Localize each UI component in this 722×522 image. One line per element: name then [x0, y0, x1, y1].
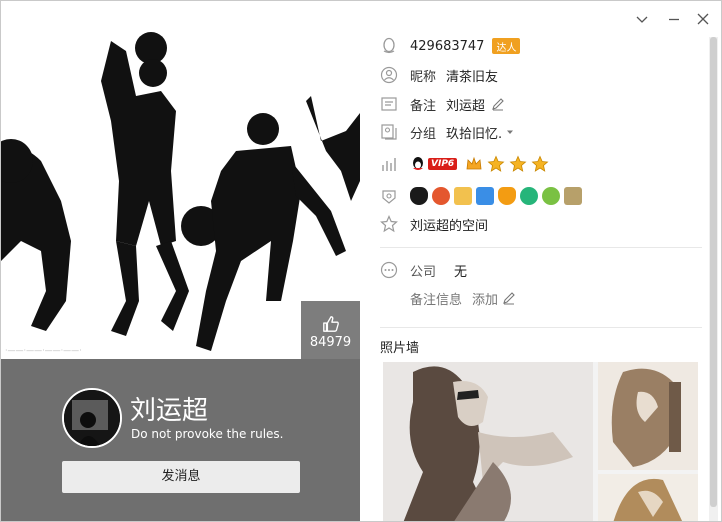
crown-icon [466, 156, 482, 170]
nickname-label: 昵称 [410, 69, 437, 85]
star-outline-icon [380, 215, 398, 233]
penguin-vip-icon [413, 157, 423, 170]
scrollbar[interactable] [709, 37, 718, 521]
level-icons[interactable] [465, 155, 553, 173]
remark-value: 刘运超 [446, 98, 486, 114]
star-icon [487, 155, 505, 172]
nickname-value: 清茶旧友 [446, 69, 499, 85]
close-icon[interactable] [695, 11, 711, 27]
photo-wall [383, 362, 698, 521]
badge-icon [382, 190, 396, 204]
talent-badge-label: 达人 [496, 42, 517, 54]
chevron-down-icon[interactable] [634, 11, 650, 27]
photo-wall-images [383, 362, 698, 521]
profile-nickname: 刘运超 [130, 396, 209, 426]
remark-info-label: 备注信息 [410, 292, 463, 308]
service-badges-row [380, 185, 700, 207]
star-icon [531, 155, 549, 172]
shield-badge-icon [498, 187, 516, 205]
edit-pencil-icon[interactable] [491, 97, 505, 111]
scrollbar-thumb[interactable] [710, 37, 717, 507]
vip-level-text: VIP6 [428, 158, 458, 170]
qq-show-badge-icon [432, 187, 450, 205]
company-row: 公司 无 [380, 259, 700, 281]
remark-row: 备注 刘运超 [380, 93, 700, 115]
nickname-row: 昵称 清茶旧友 [380, 64, 700, 86]
qq-number: 429683747 [410, 38, 485, 54]
cover-watermark-text: ·——·——·——·——· [5, 346, 82, 355]
more-dots-icon [380, 261, 398, 279]
remark-info-add-link[interactable]: 添加 [472, 289, 498, 308]
minimize-icon[interactable] [666, 11, 682, 27]
penguin-icon [383, 37, 395, 54]
game-badge-icon [564, 187, 582, 205]
avatar-image [64, 390, 120, 446]
right-panel: 429683747 达人 昵称 清茶旧友 备注 刘运超 分组 玖拾旧忆. VIP… [360, 1, 721, 521]
avatar[interactable] [62, 388, 122, 448]
group-row: 分组 玖拾旧忆. [380, 121, 700, 143]
remark-label: 备注 [410, 98, 437, 114]
user-icon [380, 66, 398, 84]
group-select[interactable]: 玖拾旧忆. [446, 123, 502, 142]
company-label: 公司 [410, 264, 437, 280]
caret-down-icon[interactable] [506, 128, 514, 136]
vip-badge[interactable]: VIP6 [410, 156, 458, 172]
edit-pencil-icon[interactable] [502, 291, 516, 305]
qq-star-badge-icon [476, 187, 494, 205]
level-chart-icon [382, 158, 396, 171]
service-badges[interactable] [410, 187, 586, 205]
space-row: 刘运超的空间 [380, 213, 700, 235]
music-badge-icon [542, 187, 560, 205]
send-message-button[interactable]: 发消息 [62, 461, 300, 493]
talent-badge[interactable]: 达人 [492, 38, 521, 54]
company-value: 无 [454, 264, 468, 280]
card-icon [381, 97, 397, 111]
remark-info-row: 备注信息 添加 [410, 287, 721, 309]
divider [380, 247, 702, 248]
left-panel: ·——·——·——·——· 84979 刘运超 Do not provoke t… [1, 1, 360, 521]
thumbs-up-icon [322, 316, 339, 332]
photo-wall-title: 照片墙 [380, 341, 420, 356]
divider [380, 327, 702, 328]
like-button[interactable]: 84979 [301, 301, 360, 359]
wallet-badge-icon [454, 187, 472, 205]
profile-card-window: ·——·——·——·——· 84979 刘运超 Do not provoke t… [0, 0, 722, 522]
like-count: 84979 [309, 335, 352, 350]
profile-panel: 刘运超 Do not provoke the rules. 发消息 [1, 359, 360, 521]
qq-number-row: 429683747 达人 [380, 35, 700, 57]
group-icon [381, 124, 397, 140]
level-row: VIP6 [380, 153, 700, 175]
video-badge-icon [520, 187, 538, 205]
profile-signature: Do not provoke the rules. [131, 427, 284, 441]
qzone-link[interactable]: 刘运超的空间 [410, 215, 488, 234]
star-icon [509, 155, 527, 172]
qq-penguin-badge-icon [410, 187, 428, 205]
group-label: 分组 [410, 126, 437, 142]
